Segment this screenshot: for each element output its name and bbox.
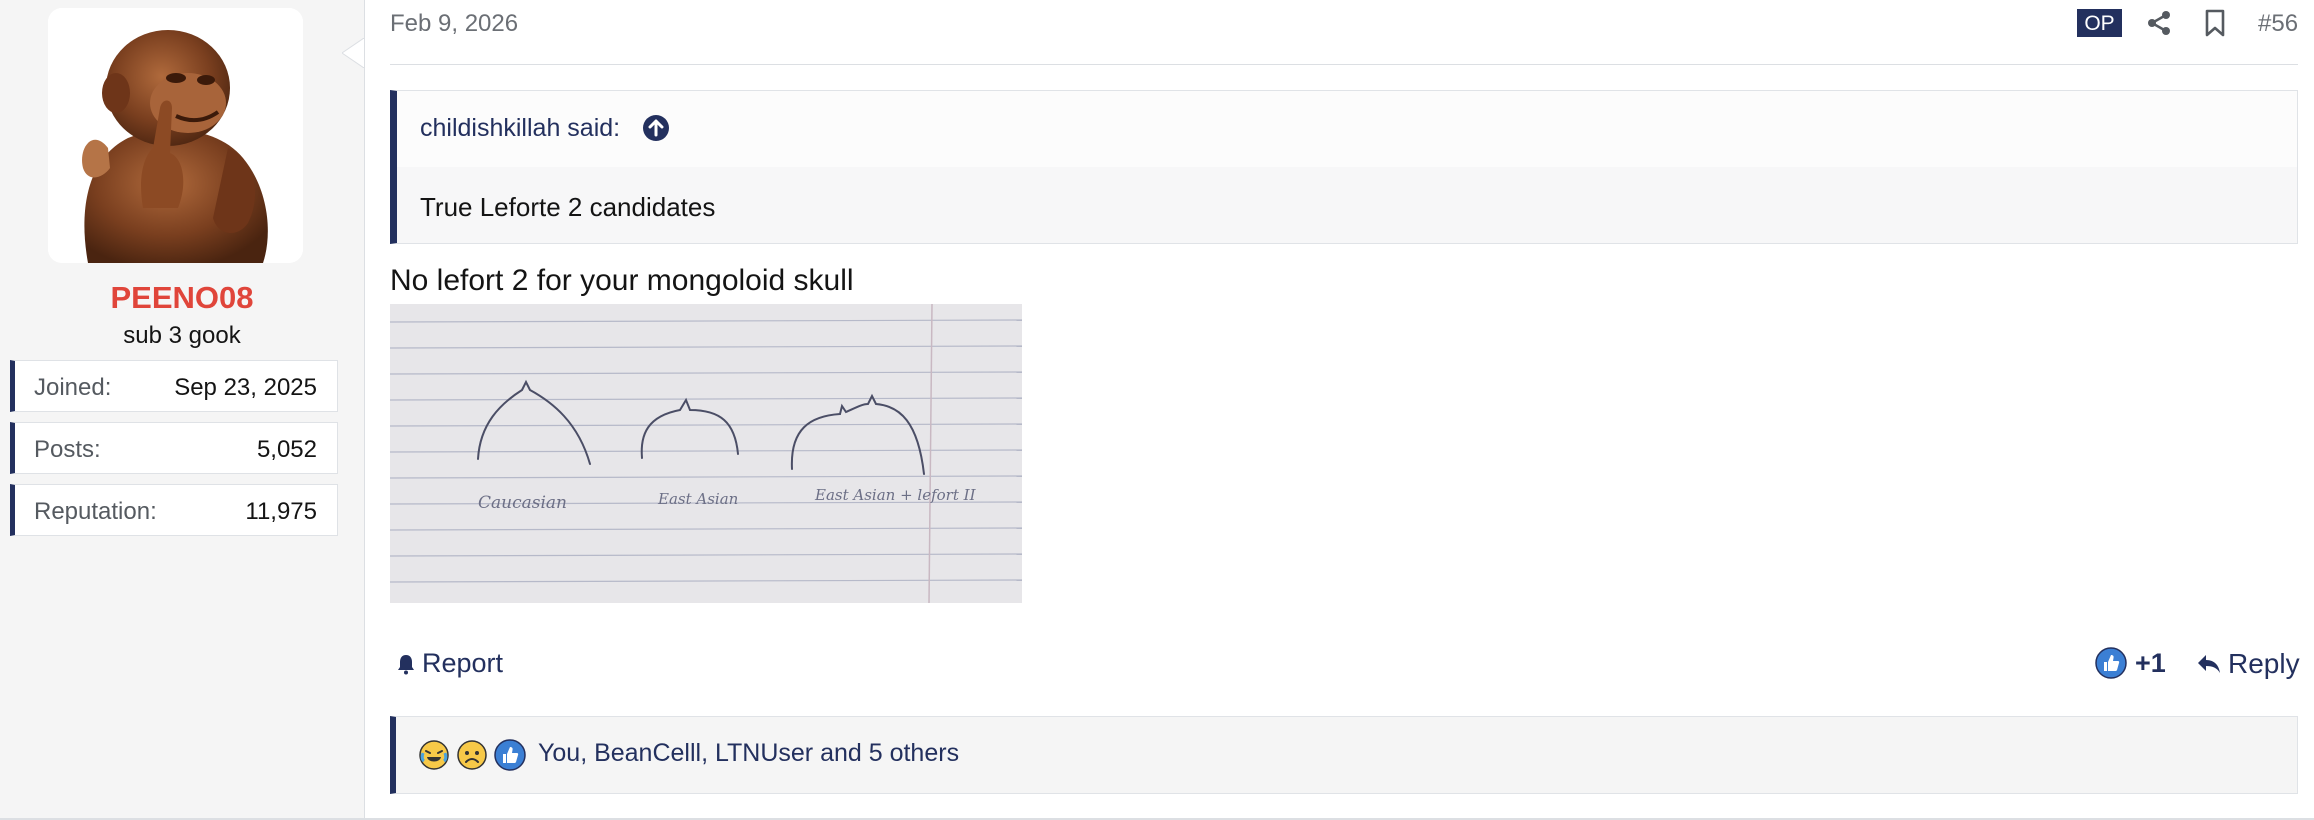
avatar[interactable] [48, 8, 303, 263]
pointer-arrow [342, 38, 364, 68]
post-date[interactable]: Feb 9, 2026 [390, 10, 518, 38]
stat-label: Reputation: [34, 498, 157, 525]
stat-reputation: Reputation: 11,975 [10, 484, 338, 536]
image-label-east-asian: East Asian [657, 490, 738, 508]
reaction-users-link[interactable]: You, BeanCelll, LTNUser and 5 others [538, 739, 959, 768]
like-icon [2095, 647, 2127, 679]
username[interactable]: PEENO08 [0, 280, 364, 316]
quote-text: True Leforte 2 candidates [420, 192, 716, 222]
laughing-emoji-icon[interactable] [418, 739, 450, 771]
bell-icon [398, 654, 414, 674]
reaction-icons [418, 739, 526, 771]
image-label-caucasian: Caucasian [478, 493, 567, 513]
like-count-value: +1 [2135, 647, 2166, 678]
user-title: sub 3 gook [123, 322, 241, 349]
arrow-up-circle-icon[interactable] [642, 114, 670, 142]
stat-joined: Joined: Sep 23, 2025 [10, 360, 338, 412]
quote-author[interactable]: childishkillah said: [420, 114, 620, 143]
image-label-east-asian-lefort: East Asian + lefort II [814, 486, 977, 504]
like-count[interactable]: +1 [2095, 647, 2166, 679]
reply-button[interactable]: Reply [2196, 648, 2300, 680]
quote-header [397, 91, 2297, 167]
reactions-bar[interactable]: You, BeanCelll, LTNUser and 5 others [390, 716, 2298, 794]
post-number[interactable]: #56 [2258, 10, 2298, 38]
stat-posts: Posts: 5,052 [10, 422, 338, 474]
stat-value: Sep 23, 2025 [174, 374, 317, 401]
stat-value[interactable]: 5,052 [257, 436, 317, 464]
report-label: Report [422, 648, 504, 678]
stat-label: Posts: [34, 436, 101, 463]
sad-emoji-icon[interactable] [456, 739, 488, 771]
reply-icon [2198, 655, 2220, 673]
stat-value: 11,975 [245, 498, 317, 525]
stat-label: Joined: [34, 374, 112, 401]
bookmark-icon[interactable] [2198, 6, 2232, 40]
user-info-panel: PEENO08 sub 3 gook Joined: Sep 23, 2025 … [0, 0, 365, 818]
lined-paper-drawing: Caucasian East Asian East Asian + lefort… [389, 303, 1023, 604]
report-button[interactable]: Report [394, 648, 503, 679]
post-image[interactable]: Caucasian East Asian East Asian + lefort… [389, 303, 1023, 604]
op-badge: OP [2077, 9, 2122, 37]
header-divider [390, 64, 2298, 65]
share-icon[interactable] [2142, 6, 2176, 40]
wooden-monkey-statue-avatar [48, 8, 303, 263]
reply-label: Reply [2228, 648, 2300, 679]
like-icon[interactable] [494, 739, 526, 771]
post-text: No lefort 2 for your mongoloid skull [390, 264, 854, 297]
